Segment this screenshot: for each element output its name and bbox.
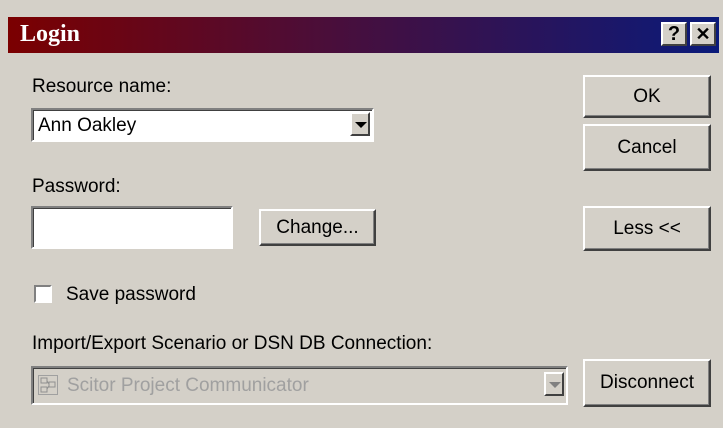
help-button[interactable]: ?	[661, 22, 687, 46]
change-password-label: Change...	[276, 217, 359, 238]
password-field[interactable]	[31, 206, 233, 249]
resource-name-value: Ann Oakley	[38, 115, 137, 136]
connection-value: Scitor Project Communicator	[67, 375, 309, 396]
close-button[interactable]: ✕	[690, 22, 716, 46]
less-button[interactable]: Less <<	[583, 206, 711, 251]
login-dialog: Login ? ✕ Resource name: Ann Oakley Pass…	[0, 0, 723, 428]
less-label: Less <<	[613, 218, 681, 239]
disconnect-button[interactable]: Disconnect	[583, 359, 711, 407]
disconnect-label: Disconnect	[600, 372, 694, 393]
chevron-down-icon[interactable]	[350, 112, 370, 136]
window-title: Login	[20, 21, 81, 47]
cancel-label: Cancel	[617, 137, 677, 158]
cancel-button[interactable]: Cancel	[583, 124, 711, 171]
resource-name-label: Resource name:	[32, 76, 172, 97]
connection-dropdown[interactable]: Scitor Project Communicator	[31, 366, 568, 405]
ok-label: OK	[633, 86, 661, 107]
change-password-button[interactable]: Change...	[259, 209, 376, 246]
save-password-checkbox[interactable]	[34, 285, 52, 303]
title-bar[interactable]: Login ? ✕	[8, 17, 719, 53]
save-password-label: Save password	[66, 284, 196, 305]
password-label: Password:	[32, 176, 121, 197]
connection-label: Import/Export Scenario or DSN DB Connect…	[32, 333, 433, 354]
ok-button[interactable]: OK	[583, 75, 711, 118]
resource-name-dropdown[interactable]: Ann Oakley	[31, 108, 374, 142]
chevron-down-icon[interactable]	[544, 372, 564, 396]
project-communicator-icon	[38, 375, 58, 395]
